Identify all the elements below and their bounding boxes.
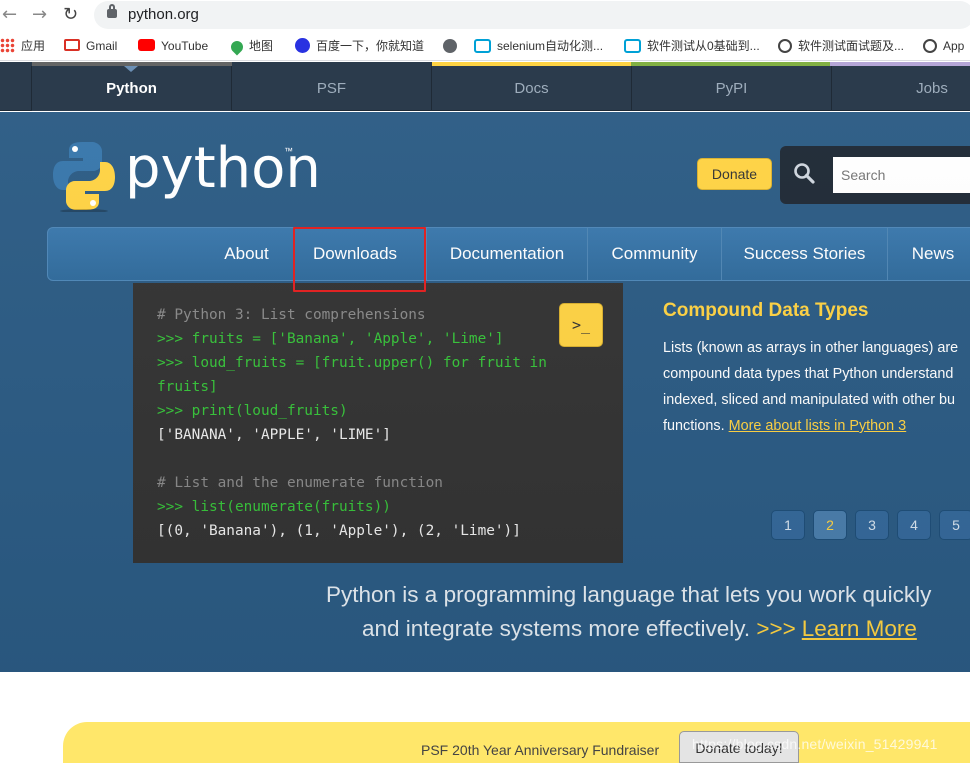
pager-button-5[interactable]: 5: [939, 510, 970, 540]
tab-psf[interactable]: PSF: [232, 66, 432, 111]
lock-icon: [107, 4, 117, 18]
bookmarks-bar: 应用 Gmail YouTube 地图 百度一下，你就知道 selenium自动…: [0, 31, 970, 61]
bookmark-logo-icon: [778, 39, 792, 53]
slide-body-line: Lists (known as arrays in other language…: [663, 340, 959, 356]
bilibili-tv-icon: [474, 39, 491, 53]
site-header: python ™ Donate About Downloads Document…: [0, 112, 970, 672]
downloads-highlight-box: [293, 227, 426, 292]
bookmark-software-testing[interactable]: 软件测试从0基础到...: [624, 38, 760, 56]
bookmark-globe[interactable]: [443, 38, 463, 56]
slide-body-line: compound data types that Python understa…: [663, 366, 954, 382]
code-line: >>> print(loud_fruits): [157, 403, 348, 419]
globe-icon: [443, 39, 457, 53]
main-menu: About Downloads Documentation Community …: [47, 227, 970, 281]
python-logo-icon[interactable]: [53, 140, 115, 212]
trademark-symbol: ™: [284, 146, 293, 156]
learn-more-link[interactable]: Learn More: [802, 616, 917, 641]
search-icon[interactable]: [793, 162, 815, 184]
code-sample-panel: # Python 3: List comprehensions >>> frui…: [133, 283, 623, 563]
bookmark-baidu[interactable]: 百度一下，你就知道: [295, 38, 424, 56]
menu-success-stories[interactable]: Success Stories: [721, 228, 887, 280]
pager-button-3[interactable]: 3: [855, 510, 889, 540]
menu-news[interactable]: News: [887, 228, 970, 280]
search-input[interactable]: [833, 157, 970, 193]
bookmark-interview-questions[interactable]: 软件测试面试题及...: [778, 38, 904, 56]
code-line: >>> fruits = ['Banana', 'Apple', 'Lime']: [157, 331, 504, 347]
slide-body-line: indexed, sliced and manipulated with oth…: [663, 392, 956, 408]
browser-toolbar: ← → ↻ python.org: [0, 0, 970, 31]
more-about-lists-link[interactable]: More about lists in Python 3: [729, 418, 907, 434]
youtube-icon: [138, 39, 155, 51]
slide-body-last-line: functions. More about lists in Python 3: [663, 418, 907, 434]
baidu-paw-icon: [295, 38, 310, 53]
bookmark-youtube[interactable]: YouTube: [138, 38, 208, 56]
code-line: [(0, 'Banana'), (1, 'Apple'), (2, 'Lime'…: [157, 523, 521, 539]
address-bar[interactable]: python.org: [94, 1, 970, 29]
intro-line-2: and integrate systems more effectively. …: [362, 616, 917, 641]
code-line: ['BANANA', 'APPLE', 'LIME']: [157, 427, 391, 443]
tab-python[interactable]: Python: [32, 66, 232, 111]
fundraiser-text: PSF 20th Year Anniversary Fundraiser: [421, 742, 660, 758]
gmail-icon: [64, 39, 80, 51]
code-line: >>> loud_fruits = [fruit.upper() for fru…: [157, 355, 547, 371]
bookmark-app[interactable]: App: [923, 38, 964, 56]
active-tab-caret: [124, 66, 138, 72]
back-arrow-icon[interactable]: ←: [2, 4, 17, 25]
intro-line-1: Python is a programming language that le…: [326, 582, 932, 607]
code-line: # Python 3: List comprehensions: [157, 307, 426, 323]
slide-title: Compound Data Types: [663, 300, 869, 321]
bilibili-tv-icon: [624, 39, 641, 53]
bookmark-maps[interactable]: 地图: [228, 38, 273, 56]
code-line: >>> list(enumerate(fruits)): [157, 499, 391, 515]
tab-jobs[interactable]: Jobs: [832, 66, 970, 111]
forward-arrow-icon[interactable]: →: [32, 4, 47, 25]
csdn-watermark: https://blog.csdn.net/weixin_51429941: [692, 736, 938, 752]
bookmark-apps[interactable]: 应用: [0, 38, 45, 56]
menu-about[interactable]: About: [200, 228, 293, 280]
pager-button-4[interactable]: 4: [897, 510, 931, 540]
search-container: [780, 146, 970, 204]
bookmark-selenium[interactable]: selenium自动化测...: [474, 38, 603, 56]
menu-community[interactable]: Community: [587, 228, 721, 280]
menu-documentation[interactable]: Documentation: [426, 228, 587, 280]
pager-button-2[interactable]: 2: [813, 510, 847, 540]
tab-pypi[interactable]: PyPI: [632, 66, 832, 111]
launch-shell-button[interactable]: >_: [559, 303, 603, 347]
chevron-arrows-icon: >>>: [756, 616, 796, 641]
bookmark-gmail[interactable]: Gmail: [64, 38, 117, 56]
code-line: # List and the enumerate function: [157, 475, 443, 491]
tab-docs[interactable]: Docs: [432, 66, 632, 111]
pager-button-1[interactable]: 1: [771, 510, 805, 540]
reload-icon[interactable]: ↻: [63, 4, 78, 25]
apps-grid-icon: [0, 38, 15, 53]
topnav-spacer: [0, 66, 32, 111]
donate-button[interactable]: Donate: [697, 158, 772, 190]
url-text[interactable]: python.org: [128, 6, 199, 23]
maps-pin-icon: [228, 38, 246, 56]
code-line: fruits]: [157, 379, 218, 395]
slide-body: Lists (known as arrays in other language…: [663, 335, 970, 439]
bookmark-logo-icon: [923, 39, 937, 53]
site-top-nav: Python PSF Docs PyPI Jobs: [0, 62, 970, 111]
